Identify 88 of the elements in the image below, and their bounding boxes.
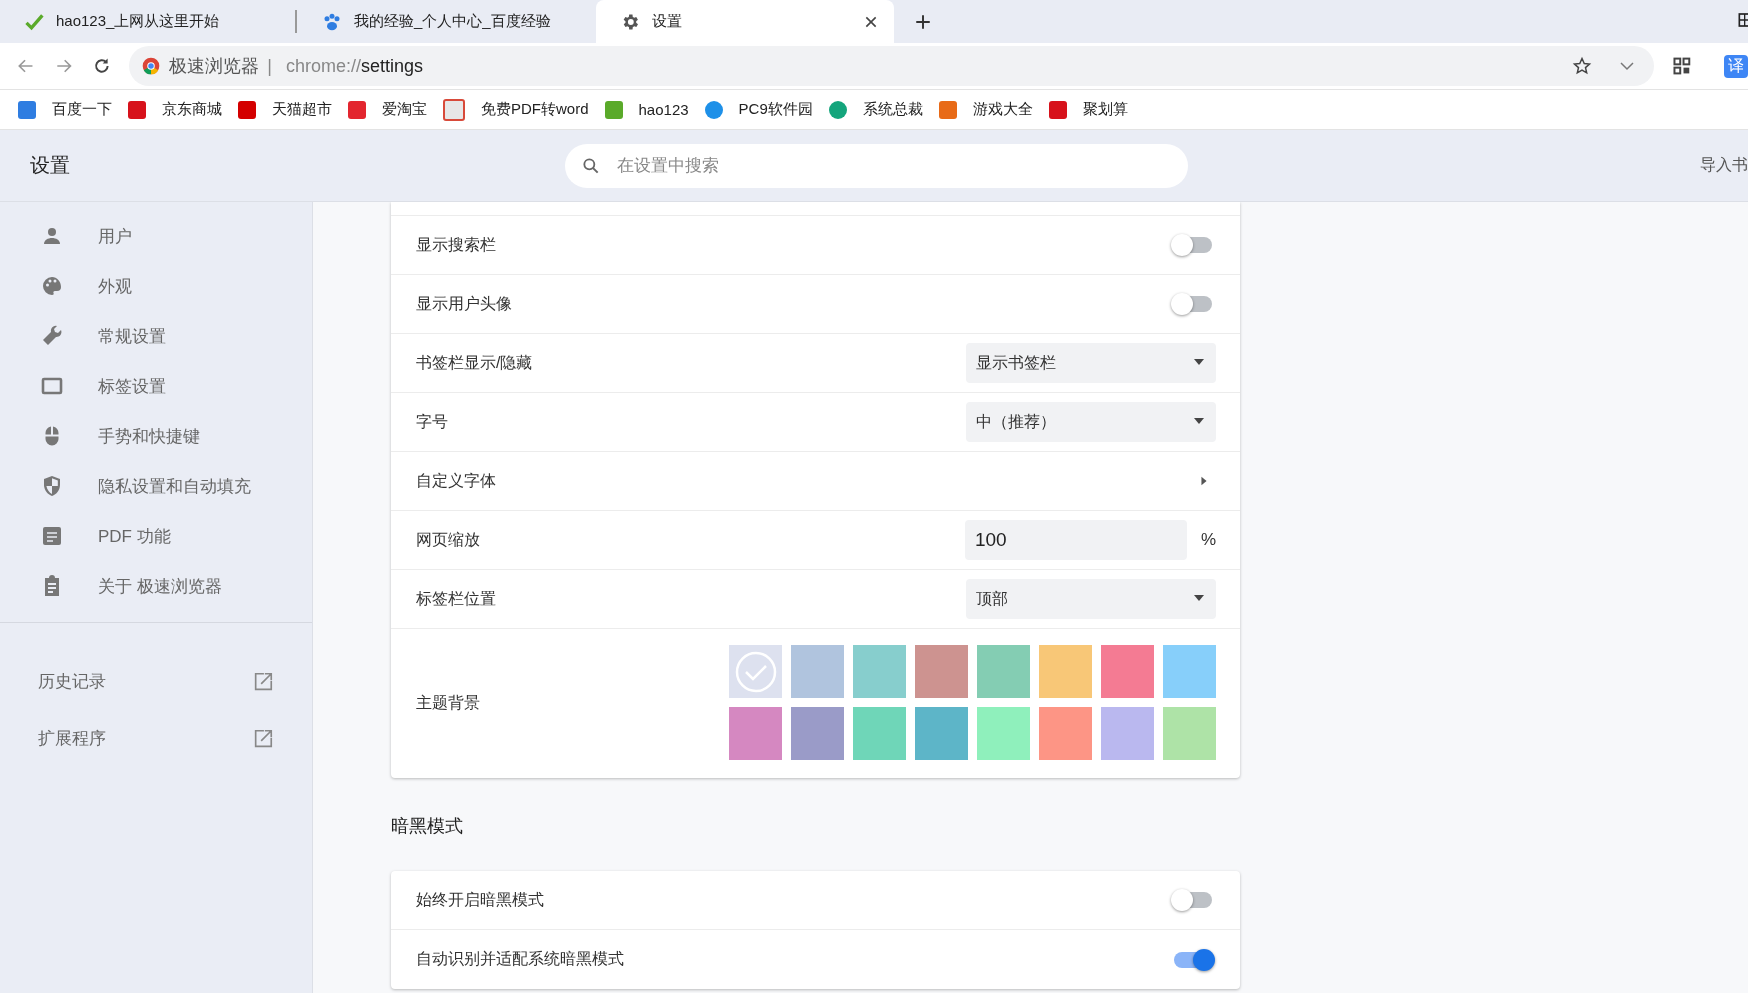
external-link-icon <box>252 727 274 750</box>
palette-icon <box>40 274 64 298</box>
bookmark-link[interactable]: 聚划算 <box>1082 100 1128 119</box>
browser-tab[interactable]: 设置 <box>596 0 894 43</box>
section-heading: 暗黑模式 <box>391 815 464 838</box>
separator-mark: | <box>267 55 272 77</box>
color-swatch[interactable] <box>853 645 906 698</box>
sidebar-item[interactable]: 关于 极速浏览器 <box>0 561 312 611</box>
setting-label: 显示用户头像 <box>416 293 513 314</box>
color-swatch[interactable] <box>729 645 782 698</box>
site-icon <box>1048 100 1067 119</box>
color-swatch[interactable] <box>915 707 968 760</box>
site-icon <box>938 100 957 119</box>
sidebar-item[interactable]: 手势和快捷键 <box>0 411 312 461</box>
site-icon <box>828 100 847 119</box>
color-swatch[interactable] <box>977 707 1030 760</box>
bookmark-link[interactable]: 免费PDF转word <box>481 100 589 119</box>
setting-label: 显示搜索栏 <box>416 234 497 255</box>
bookmark-link[interactable]: 天猫超市 <box>272 100 332 119</box>
color-swatch[interactable] <box>1039 707 1092 760</box>
search-icon <box>581 155 601 176</box>
document-icon <box>40 524 64 548</box>
toggle-switch[interactable] <box>1174 296 1212 312</box>
color-swatch[interactable] <box>791 645 844 698</box>
setting-label: 网页缩放 <box>416 529 481 550</box>
site-icon <box>348 100 366 119</box>
plus-icon[interactable] <box>914 12 932 31</box>
page-title: 设置 <box>30 153 71 178</box>
setting-label: 字号 <box>416 411 449 432</box>
color-swatch[interactable] <box>1163 707 1216 760</box>
import-bookmarks-link[interactable]: 导入书 <box>1700 155 1748 176</box>
color-swatch[interactable] <box>791 707 844 760</box>
color-swatch[interactable] <box>915 645 968 698</box>
dropdown[interactable]: 显示书签栏 <box>966 343 1216 383</box>
color-swatch[interactable] <box>1101 645 1154 698</box>
search-field[interactable]: 在设置中搜索 <box>565 143 1188 188</box>
color-swatch[interactable] <box>1101 707 1154 760</box>
toggle-switch[interactable] <box>1174 237 1212 253</box>
setting-label: 书签栏显示/隐藏 <box>416 352 534 373</box>
sidebar-link[interactable]: 历史记录 <box>38 670 106 693</box>
site-icon <box>128 100 146 119</box>
url-text: chrome://settings <box>285 55 424 77</box>
grid-icon[interactable] <box>1672 55 1692 77</box>
site-icon <box>443 98 465 121</box>
browser-logo-icon <box>141 56 162 76</box>
color-swatch[interactable] <box>853 707 906 760</box>
check-circle-icon <box>733 649 778 694</box>
address-bar[interactable]: 极速浏览器 | chrome://settings <box>129 46 1655 86</box>
translate-button[interactable]: 译 <box>1724 54 1748 78</box>
setting-label: 标签栏位置 <box>416 588 497 609</box>
bookmark-link[interactable]: 京东商城 <box>162 100 222 119</box>
dropdown[interactable]: 顶部 <box>966 579 1216 619</box>
sidebar-item[interactable]: 隐私设置和自动填充 <box>0 461 312 511</box>
setting-label: 始终开启暗黑模式 <box>416 889 545 910</box>
site-icon <box>604 100 623 119</box>
sidebar-item[interactable]: 外观 <box>0 261 312 311</box>
paw-icon <box>322 11 342 32</box>
color-swatch[interactable] <box>977 645 1030 698</box>
sidebar-link[interactable]: 扩展程序 <box>38 727 106 750</box>
bookmark-link[interactable]: 游戏大全 <box>972 100 1033 119</box>
bookmark-link[interactable]: 系统总裁 <box>862 100 923 119</box>
toggle-switch[interactable] <box>1174 892 1212 908</box>
browser-name: 极速浏览器 <box>169 55 260 78</box>
browser-tab[interactable]: 我的经验_个人中心_百度经验 <box>298 0 596 43</box>
setting-label: 自定义字体 <box>416 470 497 491</box>
site-icon <box>18 100 36 119</box>
zoom-field[interactable]: 100 <box>964 520 1187 560</box>
sidebar-item[interactable]: 常规设置 <box>0 311 312 361</box>
bookmark-link[interactable]: hao123 <box>638 101 689 118</box>
color-swatch[interactable] <box>729 707 782 760</box>
site-icon <box>704 100 723 119</box>
external-link-icon <box>252 670 274 693</box>
color-swatch[interactable] <box>1039 645 1092 698</box>
color-swatch[interactable] <box>1163 645 1216 698</box>
sidebar-item[interactable]: PDF 功能 <box>0 511 312 561</box>
site-icon <box>238 100 256 119</box>
sidebar-item[interactable]: 标签设置 <box>0 361 312 411</box>
bookmark-link[interactable]: PC9软件园 <box>738 100 813 119</box>
setting-label: 自动识别并适配系统暗黑模式 <box>416 949 625 969</box>
bookmark-link[interactable]: 爱淘宝 <box>382 100 427 119</box>
bookmark-link[interactable]: 百度一下 <box>52 100 112 119</box>
sidebar-item[interactable]: 用户 <box>0 211 312 261</box>
dropdown[interactable]: 中（推荐） <box>966 402 1216 442</box>
unit-label: % <box>1200 530 1216 550</box>
star-icon[interactable] <box>1572 56 1593 76</box>
toggle-switch[interactable] <box>1174 951 1212 968</box>
setting-label: 主题背景 <box>416 693 481 713</box>
browser-tab[interactable]: hao123_上网从这里开始 <box>0 0 298 43</box>
